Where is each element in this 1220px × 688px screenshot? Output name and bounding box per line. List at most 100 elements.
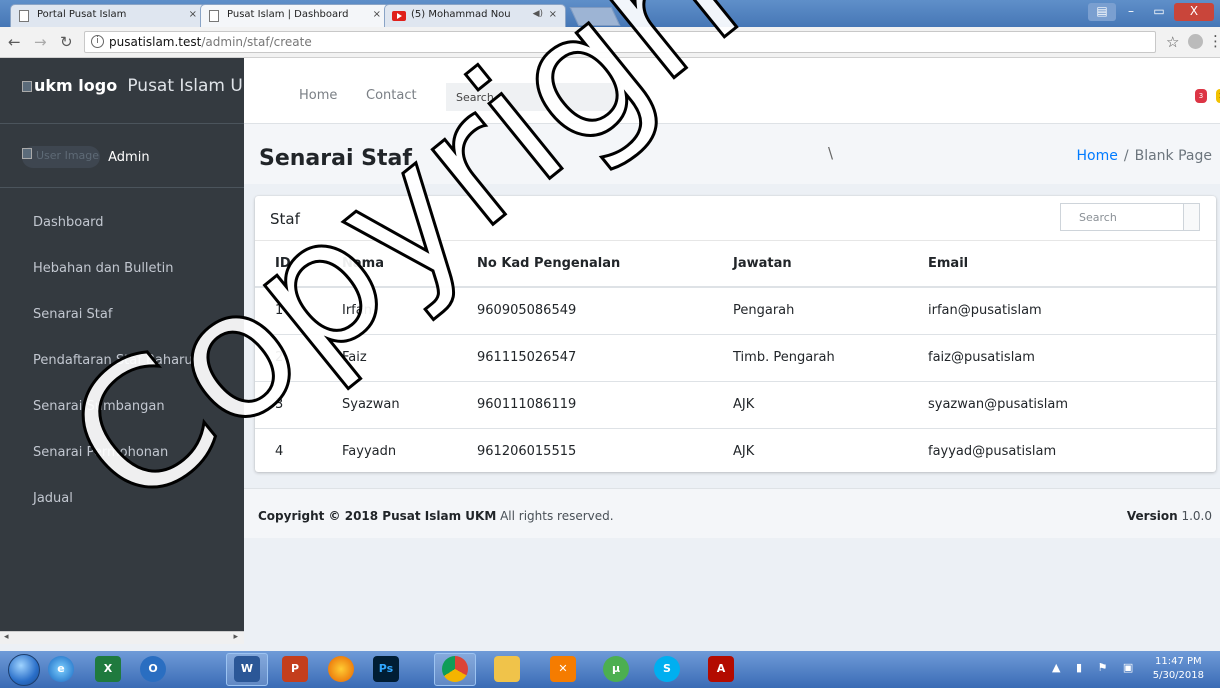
scroll-right-icon[interactable]: ▸: [233, 632, 238, 642]
breadcrumb: Home / Blank Page: [1077, 148, 1212, 164]
cell-id: 4: [275, 444, 284, 460]
navbar-search-input[interactable]: [446, 83, 621, 111]
broken-image-icon: [22, 81, 32, 92]
column-header-jawatan: Jawatan: [733, 241, 928, 288]
user-panel[interactable]: User Image Admin: [0, 124, 244, 188]
tab-close-icon[interactable]: ×: [549, 9, 557, 20]
photoshop-icon[interactable]: Ps: [373, 656, 399, 682]
column-header-id: ID: [255, 241, 342, 288]
new-tab-button[interactable]: [569, 7, 621, 26]
notifications-badge[interactable]: 15: [1216, 89, 1220, 103]
cell-jawatan: AJK: [733, 381, 928, 429]
browser-toolbar: ← → ↻ i pusatislam.test/admin/staf/creat…: [0, 27, 1220, 58]
outlook-icon[interactable]: O: [140, 656, 166, 682]
column-header-email: Email: [928, 241, 1216, 288]
cell-nama: Syazwan: [342, 381, 477, 429]
tab-title: (5) Mohammad Nou: [411, 9, 511, 20]
powerpoint-icon[interactable]: P: [282, 656, 308, 682]
sidebar-item-senarai-permohonan[interactable]: Senarai Permohonan: [0, 430, 244, 476]
tab-title: Pusat Islam | Dashboard: [227, 9, 349, 20]
page-title: Senarai Staf: [259, 146, 412, 171]
broken-image-icon: [22, 148, 32, 159]
tab-portal-pusat-islam[interactable]: Portal Pusat Islam ×: [10, 4, 206, 27]
sidebar-item-pendaftaran-staf[interactable]: Pendaftaran Staf Baharu: [0, 338, 244, 384]
logo-alt-text: ukm logo: [34, 76, 118, 95]
page-icon: [209, 10, 219, 22]
tab-dashboard[interactable]: Pusat Islam | Dashboard ×: [200, 4, 390, 27]
xampp-icon[interactable]: ✕: [550, 656, 576, 682]
acrobat-icon[interactable]: A: [708, 656, 734, 682]
reload-icon[interactable]: ↻: [60, 33, 73, 51]
tab-close-icon[interactable]: ×: [189, 9, 197, 20]
sidebar-horizontal-scrollbar[interactable]: ◂ ▸: [0, 631, 244, 644]
bookmark-star-icon[interactable]: ☆: [1166, 33, 1179, 51]
sidebar-item-dashboard[interactable]: Dashboard: [0, 200, 244, 246]
system-tray[interactable]: ▲ ▮ ⚑ ▣: [1052, 661, 1139, 674]
card-header: Staf: [255, 196, 1216, 241]
sidebar-item-senarai-sumbangan[interactable]: Senarai Sumbangan: [0, 384, 244, 430]
staff-table: ID Nama No Kad Pengenalan Jawatan Email …: [255, 241, 1216, 475]
back-arrow-icon[interactable]: ←: [8, 33, 21, 51]
sidebar-item-hebahan-bulletin[interactable]: Hebahan dan Bulletin: [0, 246, 244, 292]
tab-title: Portal Pusat Islam: [37, 9, 127, 20]
explorer-icon[interactable]: [494, 656, 520, 682]
brand-link[interactable]: ukm logo Pusat Islam UKM: [0, 58, 244, 124]
cell-ic: 961115026547: [477, 334, 733, 382]
table-search-input[interactable]: [1060, 203, 1184, 231]
extension-icon[interactable]: [1188, 34, 1203, 49]
sidebar-item-jadual[interactable]: Jadual: [0, 476, 244, 522]
address-bar[interactable]: i pusatislam.test/admin/staf/create: [84, 31, 1156, 53]
cell-email: syazwan@pusatislam: [928, 381, 1216, 429]
tab-close-icon[interactable]: ×: [373, 9, 381, 20]
skype-icon[interactable]: S: [654, 656, 680, 682]
version-label: Version: [1126, 509, 1178, 523]
staff-card: Staf ID Nama No Kad Pengenalan Jawatan E…: [255, 196, 1216, 472]
chrome-icon[interactable]: [442, 656, 468, 682]
breadcrumb-home-link[interactable]: Home: [1077, 148, 1118, 164]
content-header: Senarai Staf \ Home / Blank Page: [244, 124, 1220, 184]
maximize-button[interactable]: ▭: [1146, 3, 1172, 21]
minimize-button[interactable]: –: [1118, 3, 1144, 21]
start-button[interactable]: [8, 654, 40, 686]
forward-arrow-icon[interactable]: →: [34, 33, 47, 51]
cell-jawatan: AJK: [733, 444, 755, 460]
card-title: Staf: [270, 210, 300, 228]
windows-taskbar: e X O W P Ps ✕ µ S A ▲ ▮ ⚑ ▣ 11:47 PM 5/…: [0, 651, 1220, 688]
cell-ic: 960111086119: [477, 381, 733, 429]
brand-name: Pusat Islam UKM: [127, 76, 244, 96]
browser-tab-strip: Portal Pusat Islam × Pusat Islam | Dashb…: [0, 0, 1220, 27]
firefox-icon[interactable]: [328, 656, 354, 682]
table-header-row: ID Nama No Kad Pengenalan Jawatan Email: [255, 241, 1216, 288]
profile-button[interactable]: ▤: [1088, 3, 1116, 21]
version-text: Version 1.0.0: [1127, 509, 1212, 523]
user-name[interactable]: Admin: [108, 150, 149, 165]
cell-jawatan: Pengarah: [733, 287, 928, 335]
nav-home-link[interactable]: Home: [299, 88, 337, 103]
close-window-button[interactable]: X: [1174, 3, 1214, 21]
avatar: User Image: [22, 146, 100, 168]
url-host: pusatislam.test: [109, 35, 202, 49]
word-icon[interactable]: W: [234, 656, 260, 682]
table-search-button[interactable]: [1183, 203, 1200, 231]
cell-id: 2: [255, 334, 342, 382]
scroll-left-icon[interactable]: ◂: [4, 632, 9, 642]
cell-nama: Fayyadn: [342, 444, 397, 460]
sidebar-menu: Dashboard Hebahan dan Bulletin Senarai S…: [0, 200, 244, 522]
audio-icon: ◀): [532, 9, 543, 19]
sidebar: ukm logo Pusat Islam UKM User Image Admi…: [0, 58, 244, 644]
tab-youtube[interactable]: (5) Mohammad Nou ◀) ×: [384, 4, 566, 27]
sidebar-item-senarai-staf[interactable]: Senarai Staf: [0, 292, 244, 338]
ie-icon[interactable]: e: [48, 656, 74, 682]
messages-badge[interactable]: 3: [1195, 89, 1207, 103]
cell-nama: Irfan: [342, 287, 477, 335]
cell-email: irfan@pusatislam: [928, 287, 1216, 335]
page-footer: Copyright © 2018 Pusat Islam UKM All rig…: [244, 488, 1220, 538]
clock[interactable]: 11:47 PM 5/30/2018: [1153, 655, 1204, 683]
menu-kebab-icon[interactable]: ⋮: [1208, 32, 1220, 50]
utorrent-icon[interactable]: µ: [603, 656, 629, 682]
excel-icon[interactable]: X: [95, 656, 121, 682]
info-icon[interactable]: i: [91, 35, 104, 48]
version-value: 1.0.0: [1177, 509, 1212, 523]
clock-time: 11:47 PM: [1155, 656, 1202, 667]
nav-contact-link[interactable]: Contact: [366, 88, 417, 103]
